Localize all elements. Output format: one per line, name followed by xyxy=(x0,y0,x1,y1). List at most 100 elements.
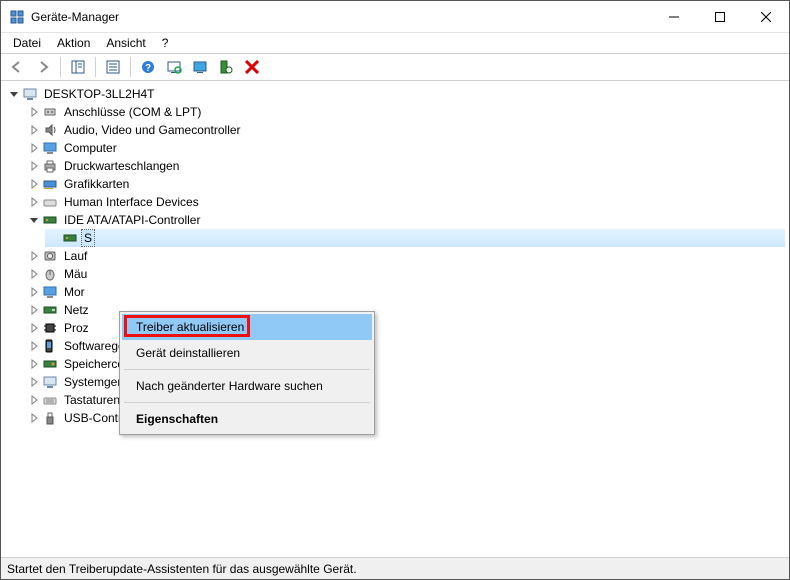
tree-label: Druckwarteschlangen xyxy=(62,158,181,174)
expander-open-icon[interactable] xyxy=(7,88,20,101)
storage-controller-icon xyxy=(42,356,58,372)
toolbar-delete-button[interactable] xyxy=(240,55,264,79)
expander-closed-icon[interactable] xyxy=(27,412,40,425)
tree-label: Anschlüsse (COM & LPT) xyxy=(62,104,203,120)
tree-root[interactable]: DESKTOP-3LL2H4T xyxy=(5,85,785,103)
expander-closed-icon[interactable] xyxy=(27,376,40,389)
software-device-icon xyxy=(42,338,58,354)
printer-icon xyxy=(42,158,58,174)
window-controls xyxy=(651,1,789,32)
tree-label: Computer xyxy=(62,140,119,156)
ide-controller-icon xyxy=(62,230,78,246)
tree-label: Grafikkarten xyxy=(62,176,131,192)
toolbar-update-driver-button[interactable] xyxy=(188,55,212,79)
tree-category-audio[interactable]: Audio, Video und Gamecontroller xyxy=(25,121,785,139)
tree-label: Mäu xyxy=(62,266,89,282)
usb-icon xyxy=(42,410,58,426)
toolbar-scan-hardware-button[interactable] xyxy=(162,55,186,79)
menu-action[interactable]: Aktion xyxy=(51,34,96,52)
expander-closed-icon[interactable] xyxy=(27,142,40,155)
tree-category-ports[interactable]: Anschlüsse (COM & LPT) xyxy=(25,103,785,121)
expander-closed-icon[interactable] xyxy=(27,160,40,173)
svg-text:?: ? xyxy=(145,63,151,74)
tree-category-monitors[interactable]: Mor xyxy=(25,283,785,301)
expander-closed-icon[interactable] xyxy=(27,250,40,263)
monitor-icon xyxy=(42,140,58,156)
minimize-button[interactable] xyxy=(651,1,697,32)
disk-drive-icon xyxy=(42,248,58,264)
expander-closed-icon[interactable] xyxy=(27,394,40,407)
ctx-properties[interactable]: Eigenschaften xyxy=(122,406,372,432)
toolbar-uninstall-button[interactable] xyxy=(214,55,238,79)
tree-root-label: DESKTOP-3LL2H4T xyxy=(42,86,157,102)
keyboard-icon xyxy=(42,392,58,408)
expander-closed-icon[interactable] xyxy=(27,196,40,209)
expander-closed-icon[interactable] xyxy=(27,358,40,371)
toolbar-back-button[interactable] xyxy=(5,55,29,79)
tree-label: Proz xyxy=(62,320,91,336)
device-manager-window: Geräte-Manager Datei Aktion Ansicht ? xyxy=(0,0,790,580)
toolbar-forward-button[interactable] xyxy=(31,55,55,79)
device-manager-icon xyxy=(9,9,25,25)
tree-category-hid[interactable]: Human Interface Devices xyxy=(25,193,785,211)
system-device-icon xyxy=(42,374,58,390)
ctx-uninstall-device[interactable]: Gerät deinstallieren xyxy=(122,340,372,366)
expander-closed-icon[interactable] xyxy=(27,322,40,335)
tree-category-computer[interactable]: Computer xyxy=(25,139,785,157)
monitor-icon xyxy=(42,284,58,300)
processor-icon xyxy=(42,320,58,336)
menu-file[interactable]: Datei xyxy=(7,34,47,52)
network-adapter-icon xyxy=(42,302,58,318)
tree-category-disk[interactable]: Lauf xyxy=(25,247,785,265)
ctx-separator xyxy=(124,402,370,403)
ctx-scan-hardware[interactable]: Nach geänderter Hardware suchen xyxy=(122,373,372,399)
ports-icon xyxy=(42,104,58,120)
tree-label: Audio, Video und Gamecontroller xyxy=(62,122,243,138)
toolbar-separator xyxy=(130,57,131,77)
tree-category-display[interactable]: Grafikkarten xyxy=(25,175,785,193)
expander-closed-icon[interactable] xyxy=(27,178,40,191)
expander-closed-icon[interactable] xyxy=(27,340,40,353)
expander-closed-icon[interactable] xyxy=(27,304,40,317)
expander-none xyxy=(47,232,60,245)
tree-label: Netz xyxy=(62,302,91,318)
tree-label: Human Interface Devices xyxy=(62,194,201,210)
tree-category-printqueues[interactable]: Druckwarteschlangen xyxy=(25,157,785,175)
menubar: Datei Aktion Ansicht ? xyxy=(1,33,789,53)
tree-label: Mor xyxy=(62,284,87,300)
tree-item-ide-device[interactable]: S xyxy=(45,229,785,247)
expander-closed-icon[interactable] xyxy=(27,286,40,299)
tree-label: IDE ATA/ATAPI-Controller xyxy=(62,212,202,228)
display-adapter-icon xyxy=(42,176,58,192)
tree-label: Tastaturen xyxy=(62,392,122,408)
toolbar-show-hide-tree-button[interactable] xyxy=(66,55,90,79)
tree-category-ide[interactable]: IDE ATA/ATAPI-Controller xyxy=(25,211,785,229)
toolbar: ? xyxy=(1,53,789,81)
tree-label: S xyxy=(82,230,94,246)
computer-icon xyxy=(22,86,38,102)
statusbar: Startet den Treiberupdate-Assistenten fü… xyxy=(1,557,789,579)
toolbar-properties-button[interactable] xyxy=(101,55,125,79)
menu-help[interactable]: ? xyxy=(156,34,175,52)
titlebar: Geräte-Manager xyxy=(1,1,789,33)
maximize-button[interactable] xyxy=(697,1,743,32)
tree-category-mice[interactable]: Mäu xyxy=(25,265,785,283)
ctx-update-driver[interactable]: Treiber aktualisieren xyxy=(122,314,372,340)
status-text: Startet den Treiberupdate-Assistenten fü… xyxy=(7,562,357,576)
toolbar-separator xyxy=(60,57,61,77)
ide-controller-icon xyxy=(42,212,58,228)
expander-closed-icon[interactable] xyxy=(27,106,40,119)
tree-label: Lauf xyxy=(62,248,89,264)
expander-closed-icon[interactable] xyxy=(27,268,40,281)
device-tree-panel[interactable]: DESKTOP-3LL2H4T Anschlüsse (COM & LPT) A… xyxy=(1,81,789,557)
close-button[interactable] xyxy=(743,1,789,32)
menu-view[interactable]: Ansicht xyxy=(100,34,151,52)
toolbar-help-button[interactable]: ? xyxy=(136,55,160,79)
window-title: Geräte-Manager xyxy=(31,10,651,24)
mouse-icon xyxy=(42,266,58,282)
expander-closed-icon[interactable] xyxy=(27,124,40,137)
expander-open-icon[interactable] xyxy=(27,214,40,227)
ctx-separator xyxy=(124,369,370,370)
hid-icon xyxy=(42,194,58,210)
audio-icon xyxy=(42,122,58,138)
